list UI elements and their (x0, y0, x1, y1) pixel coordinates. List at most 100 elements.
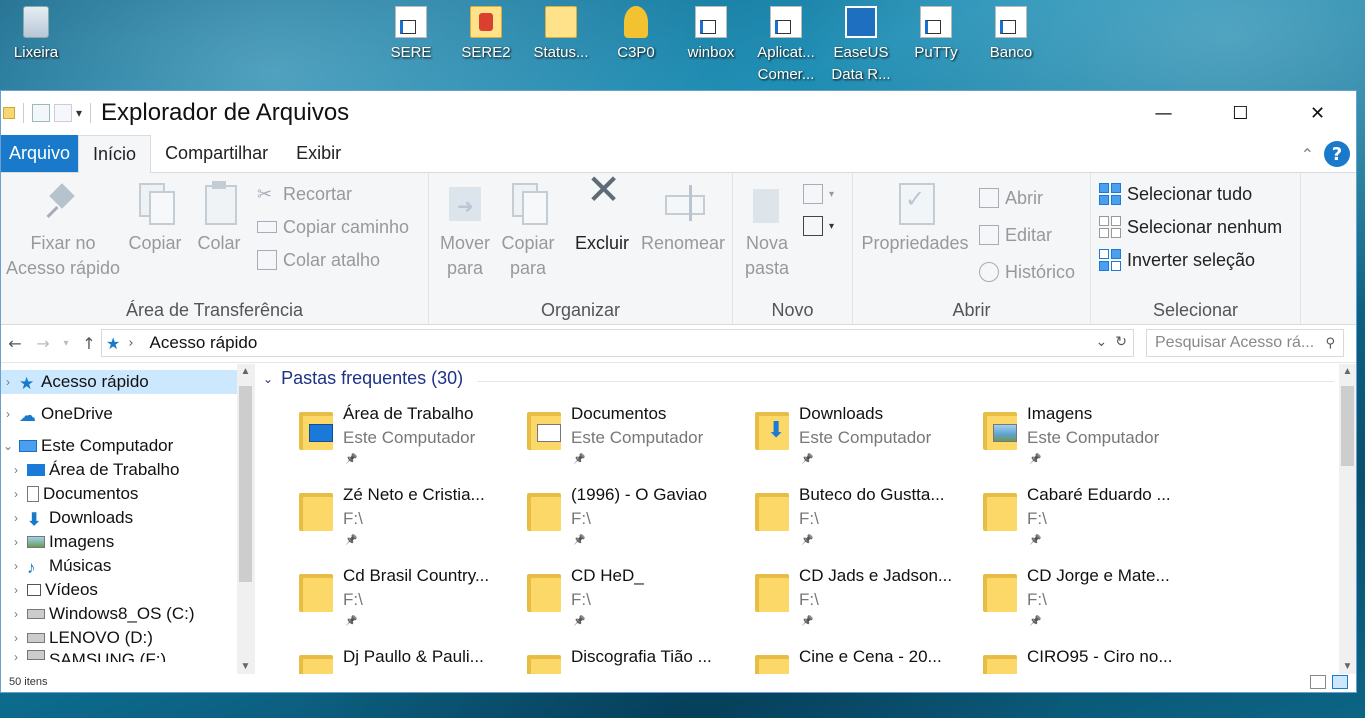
folder-tile[interactable]: Cine e Cena - 20...📌 (755, 643, 983, 674)
tab-share[interactable]: Compartilhar (151, 135, 282, 172)
nav-scrollbar[interactable]: ▲ ▼ (237, 364, 254, 674)
new-item-button[interactable]: ▾ (803, 181, 834, 207)
nav-item-this-pc[interactable]: ⌄ Este Computador (1, 434, 254, 458)
folder-tile[interactable]: Dj Paullo & Pauli...📌 (299, 643, 527, 674)
properties-icon[interactable] (32, 104, 50, 122)
cut-button[interactable]: ✂ Recortar (257, 181, 352, 207)
delete-button[interactable]: Excluir (569, 177, 635, 256)
expand-chevron-icon[interactable]: › (9, 535, 23, 549)
open-button[interactable]: Abrir (979, 185, 1043, 211)
desktop-icon-easeus[interactable]: EaseUS Data R... (825, 6, 897, 86)
folder-tile[interactable]: CD HeD_ F:\ 📌 (527, 562, 755, 636)
breadcrumb[interactable]: Acesso rápido (150, 333, 258, 353)
folder-tile[interactable]: Imagens Este Computador 📌 (983, 400, 1211, 474)
breadcrumb-chevron-icon[interactable]: › (128, 336, 133, 351)
nav-item-drive-c[interactable]: › Windows8_OS (C:) (1, 602, 254, 626)
expand-chevron-icon[interactable]: › (9, 607, 23, 621)
desktop-icon-status[interactable]: Status... (525, 6, 597, 64)
nav-item-music[interactable]: › ♪ Músicas (1, 554, 254, 578)
tab-file[interactable]: Arquivo (1, 135, 79, 172)
nav-item-videos[interactable]: › Vídeos (1, 578, 254, 602)
folder-tile[interactable]: Discografia Tião ...📌 (527, 643, 755, 674)
desktop-icon-c3p0[interactable]: C3P0 (600, 6, 672, 64)
forward-arrow-icon[interactable]: → (33, 334, 53, 353)
paste-shortcut-button[interactable]: Colar atalho (257, 247, 380, 273)
desktop-icon-sere2[interactable]: SERE2 (450, 6, 522, 64)
expand-chevron-icon[interactable]: › (1, 407, 15, 421)
copy-path-button[interactable]: Copiar caminho (257, 214, 409, 240)
up-arrow-icon[interactable]: ↑ (79, 334, 99, 353)
select-all-button[interactable]: Selecionar tudo (1099, 181, 1252, 207)
move-to-button[interactable]: Mover para (435, 181, 495, 281)
desktop-icon-recycle-bin[interactable]: Lixeira (0, 6, 72, 64)
folder-tile[interactable]: Documentos Este Computador 📌 (527, 400, 755, 474)
expand-chevron-icon[interactable]: › (9, 583, 23, 597)
folder-tile[interactable]: Cd Brasil Country... F:\ 📌 (299, 562, 527, 636)
invert-selection-button[interactable]: Inverter seleção (1099, 247, 1255, 273)
collapse-chevron-icon[interactable]: ⌄ (1, 439, 15, 453)
nav-item-documents[interactable]: › Documentos (1, 482, 254, 506)
expand-chevron-icon[interactable]: › (9, 631, 23, 645)
history-button[interactable]: Histórico (979, 259, 1075, 285)
address-dropdown-icon[interactable]: ⌄ (1096, 334, 1108, 350)
scroll-down-icon[interactable]: ▼ (1339, 661, 1356, 672)
help-icon[interactable]: ? (1324, 141, 1350, 167)
desktop-icon-winbox[interactable]: winbox (675, 6, 747, 64)
nav-item-drive-d[interactable]: › LENOVO (D:) (1, 626, 254, 650)
back-arrow-icon[interactable]: ← (5, 334, 25, 353)
collapse-ribbon-icon[interactable]: ⌃ (1301, 145, 1314, 164)
copy-button[interactable]: Copiar (125, 181, 185, 256)
expand-chevron-icon[interactable]: › (9, 487, 23, 501)
expand-chevron-icon[interactable]: › (9, 650, 23, 662)
folder-tile[interactable]: Buteco do Gustta... F:\ 📌 (755, 481, 983, 555)
nav-item-desktop[interactable]: › Área de Trabalho (1, 458, 254, 482)
expand-chevron-icon[interactable]: › (9, 559, 23, 573)
desktop-icon-sere[interactable]: SERE (375, 6, 447, 64)
details-view-icon[interactable] (1310, 675, 1326, 689)
easy-access-button[interactable]: ▾ (803, 213, 834, 239)
desktop-icon-aplicativo[interactable]: Aplicat... Comer... (750, 6, 822, 86)
nav-item-downloads[interactable]: › ⬇ Downloads (1, 506, 254, 530)
properties-button[interactable]: Propriedades (857, 181, 973, 256)
customize-toolbar-dropdown-icon[interactable]: ▾ (76, 106, 82, 120)
folder-tile[interactable]: Área de Trabalho Este Computador 📌 (299, 400, 527, 474)
new-folder-button[interactable]: Nova pasta (739, 181, 795, 281)
pin-to-quick-access-button[interactable]: Fixar no Acesso rápido (3, 181, 123, 281)
scroll-up-icon[interactable]: ▲ (1339, 366, 1356, 377)
close-button[interactable]: ✕ (1279, 91, 1356, 135)
tiles-view-icon[interactable] (1332, 675, 1348, 689)
copy-to-button[interactable]: Copiar para (497, 181, 559, 281)
expand-chevron-icon[interactable]: › (9, 511, 23, 525)
tab-view[interactable]: Exibir (282, 135, 355, 172)
expand-chevron-icon[interactable]: › (9, 463, 23, 477)
folder-tile[interactable]: CIRO95 - Ciro no...📌 (983, 643, 1211, 674)
edit-button[interactable]: Editar (979, 222, 1052, 248)
content-scrollbar[interactable]: ▲ ▼ (1339, 364, 1356, 674)
maximize-button[interactable]: ☐ (1202, 91, 1279, 135)
search-input[interactable]: Pesquisar Acesso rá... ⚲ (1146, 329, 1344, 357)
minimize-button[interactable]: — (1125, 91, 1202, 135)
scroll-up-icon[interactable]: ▲ (237, 366, 254, 377)
nav-item-quick-access[interactable]: › ★ Acesso rápido (1, 370, 254, 394)
title-bar[interactable]: ▾ Explorador de Arquivos — ☐ ✕ (1, 91, 1356, 135)
scrollbar-thumb[interactable] (1341, 386, 1354, 466)
scrollbar-thumb[interactable] (239, 386, 252, 582)
paste-button[interactable]: Colar (191, 181, 247, 256)
refresh-icon[interactable]: ↻ (1115, 334, 1127, 350)
scroll-down-icon[interactable]: ▼ (237, 661, 254, 672)
desktop-icon-putty[interactable]: PuTTy (900, 6, 972, 64)
tab-home[interactable]: Início (78, 135, 152, 173)
section-header[interactable]: ⌄ Pastas frequentes (30) (263, 368, 463, 389)
expand-chevron-icon[interactable]: › (1, 375, 15, 389)
rename-button[interactable]: Renomear (635, 181, 731, 256)
desktop-icon-banco[interactable]: Banco (975, 6, 1047, 64)
folder-tile[interactable]: Cabaré Eduardo ... F:\ 📌 (983, 481, 1211, 555)
collapse-chevron-icon[interactable]: ⌄ (263, 372, 273, 386)
new-folder-icon[interactable] (54, 104, 72, 122)
nav-item-pictures[interactable]: › Imagens (1, 530, 254, 554)
nav-item-onedrive[interactable]: › ☁ OneDrive (1, 402, 254, 426)
folder-tile[interactable]: (1996) - O Gaviao F:\ 📌 (527, 481, 755, 555)
address-bar[interactable]: ★ › Acesso rápido ⌄ ↻ (101, 329, 1134, 357)
nav-item-drive-f[interactable]: › SAMSUNG (F:) (1, 650, 254, 662)
folder-tile[interactable]: CD Jads e Jadson... F:\ 📌 (755, 562, 983, 636)
